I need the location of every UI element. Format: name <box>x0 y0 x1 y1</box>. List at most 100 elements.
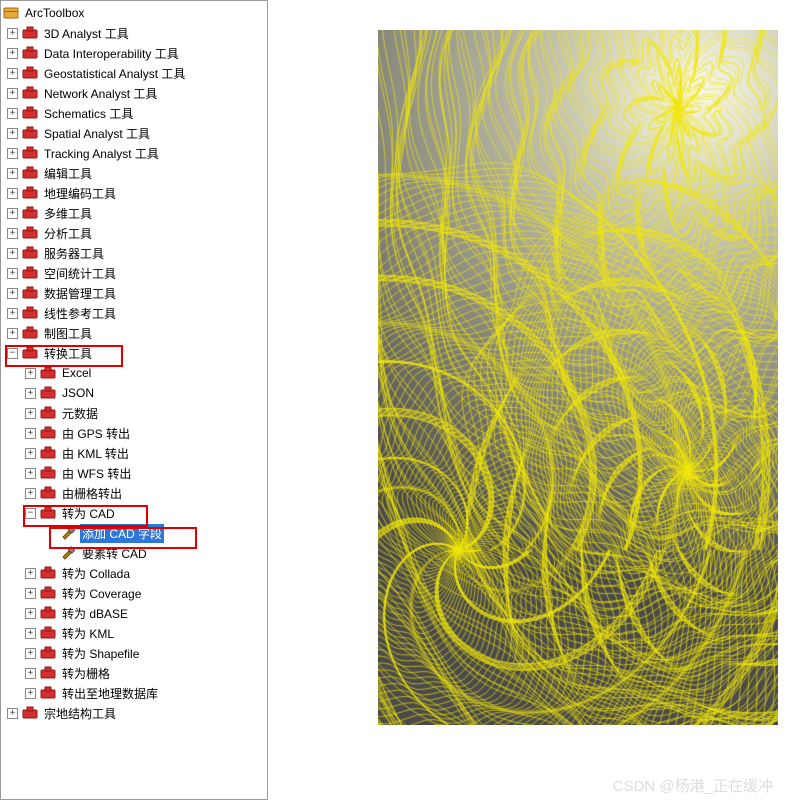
toolbox-icon <box>22 145 38 161</box>
expand-icon[interactable]: + <box>25 588 36 599</box>
toolset-icon <box>40 605 56 621</box>
expand-icon[interactable]: + <box>7 288 18 299</box>
tree-node[interactable]: + 线性参考工具 <box>1 303 267 323</box>
toolbox-label: 宗地结构工具 <box>42 704 118 723</box>
toolbox-label: 地理编码工具 <box>42 184 118 203</box>
toolset-icon <box>40 645 56 661</box>
expand-icon[interactable]: + <box>25 568 36 579</box>
toolbox-icon <box>22 125 38 141</box>
expand-icon[interactable]: + <box>7 108 18 119</box>
toolbox-label: 3D Analyst 工具 <box>42 24 131 43</box>
tree-node[interactable]: +Network Analyst 工具 <box>1 83 267 103</box>
tree-node[interactable]: +制图工具 <box>1 323 267 343</box>
expand-icon[interactable]: + <box>7 708 18 719</box>
expand-icon[interactable]: + <box>25 488 36 499</box>
expand-icon[interactable]: + <box>7 308 18 319</box>
tree-node-conversion[interactable]: − 转换工具 <box>1 343 267 363</box>
toolset-label: 转为 dBASE <box>60 604 130 623</box>
expand-icon[interactable]: + <box>25 688 36 699</box>
tree-node[interactable]: +Geostatistical Analyst 工具 <box>1 63 267 83</box>
collapse-icon[interactable]: − <box>7 348 18 359</box>
hammer-icon <box>60 545 76 561</box>
tree-node[interactable]: + 服务器工具 <box>1 243 267 263</box>
expand-icon[interactable]: + <box>7 128 18 139</box>
toolbox-icon <box>22 325 38 341</box>
expand-icon[interactable]: + <box>7 268 18 279</box>
tree-node[interactable]: + 由栅格转出 <box>1 483 267 503</box>
tree-node[interactable]: +数据管理工具 <box>1 283 267 303</box>
toolset-icon <box>40 505 56 521</box>
toolbox-label: Tracking Analyst 工具 <box>42 144 161 163</box>
tree-node[interactable]: +多维工具 <box>1 203 267 223</box>
expand-icon[interactable]: + <box>7 148 18 159</box>
tool-features-to-cad[interactable]: 要素转 CAD <box>1 543 267 563</box>
tree-node[interactable]: +转为 Collada <box>1 563 267 583</box>
expand-icon[interactable]: + <box>25 648 36 659</box>
expand-icon[interactable]: + <box>7 28 18 39</box>
toolset-icon <box>40 445 56 461</box>
expand-icon[interactable]: + <box>7 68 18 79</box>
tree-node[interactable]: +转为 Shapefile <box>1 643 267 663</box>
tool-add-cad-fields[interactable]: 添加 CAD 字段 <box>1 523 267 543</box>
tree-node[interactable]: +由 KML 转出 <box>1 443 267 463</box>
tree-node[interactable]: +Data Interoperability 工具 <box>1 43 267 63</box>
toolset-icon <box>40 405 56 421</box>
expand-icon[interactable]: + <box>25 388 36 399</box>
toolset-icon <box>40 385 56 401</box>
expand-icon[interactable]: + <box>25 468 36 479</box>
expand-icon[interactable]: + <box>7 208 18 219</box>
expand-icon[interactable]: + <box>25 408 36 419</box>
contour-map <box>378 30 778 725</box>
tree-node[interactable]: + 宗地结构工具 <box>1 703 267 723</box>
tree-node[interactable]: +空间统计工具 <box>1 263 267 283</box>
tree-node[interactable]: +由 WFS 转出 <box>1 463 267 483</box>
map-view-panel <box>268 0 798 808</box>
tree-node[interactable]: +分析工具 <box>1 223 267 243</box>
expand-icon[interactable]: + <box>7 48 18 59</box>
tree-node[interactable]: +转为栅格 <box>1 663 267 683</box>
toolbox-icon <box>22 285 38 301</box>
toolbox-label: Spatial Analyst 工具 <box>42 124 152 143</box>
toolbox-icon <box>22 205 38 221</box>
expand-icon[interactable]: + <box>25 608 36 619</box>
toolset-label: Excel <box>60 365 93 381</box>
tree-node[interactable]: +转出至地理数据库 <box>1 683 267 703</box>
expand-icon[interactable]: + <box>25 368 36 379</box>
tree-node[interactable]: + 地理编码工具 <box>1 183 267 203</box>
watermark-text: CSDN @杨港_正在缓冲 <box>613 775 773 796</box>
expand-icon[interactable]: + <box>25 668 36 679</box>
expand-icon[interactable]: + <box>7 168 18 179</box>
tree-node[interactable]: +3D Analyst 工具 <box>1 23 267 43</box>
toolbox-icon <box>22 85 38 101</box>
expand-icon[interactable]: + <box>25 628 36 639</box>
toolset-label: 元数据 <box>60 404 100 423</box>
toolbox-label: 线性参考工具 <box>42 304 118 323</box>
tree-node[interactable]: + 转为 dBASE <box>1 603 267 623</box>
tree-node[interactable]: +Schematics 工具 <box>1 103 267 123</box>
expand-icon[interactable]: + <box>7 248 18 259</box>
expand-icon[interactable]: + <box>25 428 36 439</box>
expand-icon[interactable]: + <box>25 448 36 459</box>
tree-node[interactable]: + Tracking Analyst 工具 <box>1 143 267 163</box>
toolset-icon <box>40 625 56 641</box>
tree-root[interactable]: ArcToolbox <box>1 3 267 23</box>
expand-icon[interactable]: + <box>7 228 18 239</box>
expand-icon[interactable]: + <box>7 328 18 339</box>
tree-node-to-cad[interactable]: − 转为 CAD <box>1 503 267 523</box>
toolset-label: 由栅格转出 <box>60 484 124 503</box>
toolbox-label: 服务器工具 <box>42 244 106 263</box>
tree-node[interactable]: +JSON <box>1 383 267 403</box>
tree-node[interactable]: +转为 KML <box>1 623 267 643</box>
tree-node[interactable]: + Excel <box>1 363 267 383</box>
collapse-icon[interactable]: − <box>25 508 36 519</box>
tree-node[interactable]: +编辑工具 <box>1 163 267 183</box>
toolbox-icon <box>22 45 38 61</box>
expand-icon[interactable]: + <box>7 188 18 199</box>
tree-node[interactable]: + 元数据 <box>1 403 267 423</box>
arctoolbox-tree-panel[interactable]: ArcToolbox +3D Analyst 工具+Data Interoper… <box>0 0 268 800</box>
tree-node[interactable]: +由 GPS 转出 <box>1 423 267 443</box>
tree-node[interactable]: + Spatial Analyst 工具 <box>1 123 267 143</box>
expand-icon[interactable]: + <box>7 88 18 99</box>
toolset-icon <box>40 365 56 381</box>
tree-node[interactable]: +转为 Coverage <box>1 583 267 603</box>
